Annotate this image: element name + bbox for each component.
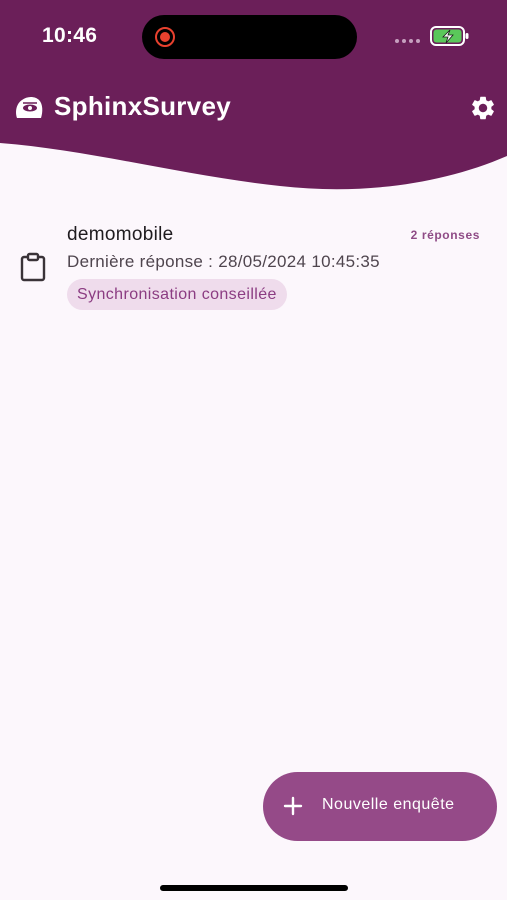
new-survey-label: Nouvelle enquête [322, 796, 455, 813]
plus-icon [283, 796, 303, 816]
survey-last-response: Dernière réponse : 28/05/2024 10:45:35 [67, 252, 380, 271]
cellular-signal-icon [395, 39, 420, 43]
battery-charging-icon [430, 26, 469, 46]
screen-recording-icon [155, 27, 175, 47]
app-header: 10:46 SphinxSurvey [0, 0, 507, 200]
sphinx-eye-logo-icon [16, 97, 43, 118]
new-survey-button[interactable]: Nouvelle enquête [263, 772, 497, 841]
survey-list-item[interactable]: demomobile 2 réponses Dernière réponse :… [0, 218, 507, 318]
survey-name: demomobile [67, 224, 174, 245]
gear-icon[interactable] [469, 94, 497, 122]
sync-status-chip: Synchronisation conseillée [67, 279, 287, 310]
status-time: 10:46 [42, 24, 98, 47]
clipboard-icon [20, 252, 46, 282]
dynamic-island [142, 15, 357, 59]
survey-responses-count: 2 réponses [410, 228, 480, 242]
home-indicator[interactable] [160, 885, 348, 891]
app-title: SphinxSurvey [54, 91, 231, 121]
